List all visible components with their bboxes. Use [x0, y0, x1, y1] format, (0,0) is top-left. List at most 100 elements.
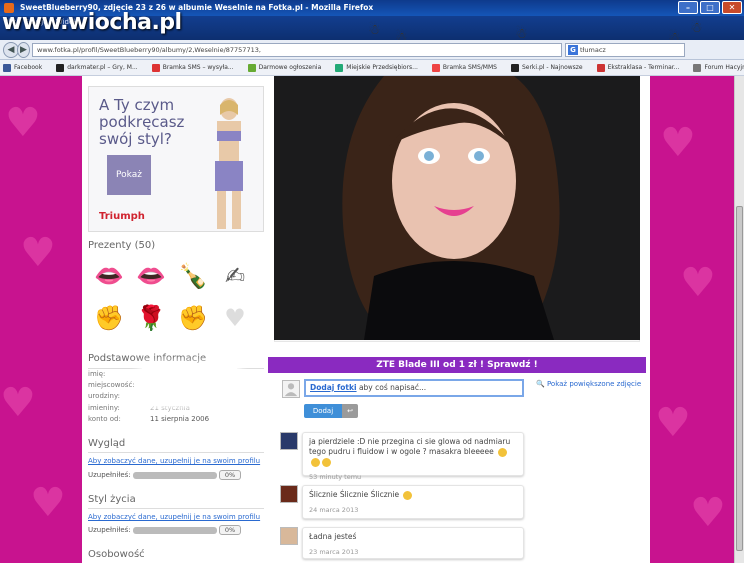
snowman-icon: ☃ — [690, 20, 703, 36]
appearance-progress: Uzupełniłeś: 0% — [88, 470, 264, 480]
maximize-button[interactable]: □ — [700, 1, 720, 14]
heart-decoration: ♥ — [0, 380, 36, 426]
watermark-logo: www.wiocha.pl — [2, 10, 182, 35]
divider — [88, 508, 264, 509]
redacted-block — [142, 366, 237, 406]
vertical-scrollbar[interactable] — [734, 76, 744, 563]
bookmark-label: Miejskie Przedsiębiors... — [346, 64, 418, 71]
scrollbar-thumb[interactable] — [736, 206, 743, 551]
reply-arrow-icon[interactable]: ↩ — [342, 404, 358, 418]
heart-decoration: ♥ — [680, 260, 716, 306]
snowman-icon: ☃ — [368, 22, 381, 38]
heart-decoration: ♥ — [660, 120, 696, 166]
roses-icon[interactable]: 🌹 — [130, 300, 172, 336]
comment-time: 53 minuty temu — [309, 473, 362, 481]
fist-icon[interactable]: ✊ — [172, 300, 214, 336]
avatar — [282, 380, 300, 398]
sketch-icon[interactable]: ✍ — [214, 258, 256, 294]
bookmark-label: Serki.pl - Najnowsze — [521, 64, 583, 71]
bookmark-item[interactable]: darkmater.pl – Gry, M... — [56, 63, 138, 72]
comment-input[interactable]: Dodaj fotki aby coś napisać... — [304, 379, 524, 397]
lips-icon[interactable]: 👄 — [88, 258, 130, 294]
avatar[interactable] — [280, 485, 298, 503]
bookmark-item[interactable]: Bramka SMS/MMS — [431, 63, 497, 72]
gifts-grid: 👄 👄 🍾 ✍ ✊ 🌹 ✊ ♥ — [88, 258, 256, 336]
hearts-icon[interactable]: ♥ — [214, 300, 256, 336]
emoji-icon — [311, 457, 320, 467]
comment-text: Ładna jesteś — [309, 532, 357, 541]
progress-percent: 0% — [219, 470, 241, 480]
comment-item: Ślicznie Ślicznie Ślicznie 24 marca 2013 — [302, 485, 524, 519]
appearance-title: Wygląd — [88, 438, 126, 449]
bookmark-icon — [247, 63, 256, 72]
bookmark-label: Bramka SMS – wysyła... — [162, 64, 234, 71]
bookmark-label: darkmater.pl – Gry, M... — [67, 64, 138, 71]
profile-photo[interactable] — [274, 76, 640, 340]
add-button-label[interactable]: Dodaj — [304, 404, 342, 418]
bookmark-icon — [335, 63, 344, 72]
left-sidebar: A Ty czym podkręcasz swój styl? Pokaż Tr… — [82, 76, 268, 563]
avatar[interactable] — [280, 527, 298, 545]
bookmark-item[interactable]: Facebook — [3, 63, 43, 72]
ad-model-image — [215, 98, 243, 229]
navigation-bar: ◀ ▶ www.fotka.pl/profil/SweetBlueberry90… — [0, 40, 744, 60]
lips-icon[interactable]: 👄 — [130, 258, 172, 294]
bookmark-label: Ekstraklasa - Terminar... — [607, 64, 680, 71]
bookmark-item[interactable]: Ekstraklasa - Terminar... — [596, 63, 680, 72]
minimize-button[interactable]: – — [678, 1, 698, 14]
bookmark-icon — [3, 63, 11, 72]
avatar[interactable] — [280, 432, 298, 450]
bookmark-label: Darmowe ogłoszenia — [258, 64, 322, 71]
bookmark-icon — [510, 63, 519, 72]
bookmark-item[interactable]: Bramka SMS – wysyła... — [151, 63, 234, 72]
bookmarks-bar: Facebook darkmater.pl – Gry, M... Bramka S… — [0, 60, 744, 76]
bookmark-item[interactable]: Serki.pl - Najnowsze — [510, 63, 583, 72]
advertisement-banner[interactable]: A Ty czym podkręcasz swój styl? Pokaż Tr… — [88, 86, 264, 232]
appearance-fill-link[interactable]: Aby zobaczyć dane, uzupełnij je na swoim… — [88, 457, 260, 465]
divider — [88, 452, 264, 453]
lifestyle-fill-link[interactable]: Aby zobaczyć dane, uzupełnij je na swoim… — [88, 513, 260, 521]
progress-percent: 0% — [219, 525, 241, 535]
bookmark-label: Forum Hacyjny.com - ... — [704, 64, 744, 71]
comment-time: 23 marca 2013 — [309, 548, 359, 556]
progress-bar — [133, 527, 217, 534]
comment-item: Ładna jesteś 23 marca 2013 — [302, 527, 524, 559]
google-icon: G — [568, 45, 578, 55]
lifestyle-title: Styl życia — [88, 494, 136, 505]
bookmark-label: Facebook — [14, 64, 43, 71]
heart-decoration: ♥ — [5, 100, 41, 146]
search-input[interactable]: G tłumacz — [565, 43, 685, 57]
basic-info-title: Podstawowe informacje — [88, 353, 207, 364]
window-controls: – □ ✕ — [678, 1, 742, 14]
add-photos-link[interactable]: Dodaj fotki — [310, 383, 357, 392]
add-comment-button[interactable]: Dodaj ↩ — [304, 404, 358, 418]
search-input-text: tłumacz — [580, 46, 606, 54]
lifestyle-progress: Uzupełniłeś: 0% — [88, 525, 264, 535]
bookmark-item[interactable]: Darmowe ogłoszenia — [247, 63, 322, 72]
forward-button[interactable]: ▶ — [17, 42, 30, 58]
bookmark-item[interactable]: Forum Hacyjny.com - ... — [693, 63, 744, 72]
comment-text: Ślicznie Ślicznie Ślicznie — [309, 490, 400, 499]
url-bar[interactable]: www.fotka.pl/profil/SweetBlueberry90/alb… — [32, 43, 562, 57]
bookmark-icon — [151, 63, 160, 72]
heart-decoration: ♥ — [690, 490, 726, 536]
champagne-icon[interactable]: 🍾 — [172, 258, 214, 294]
comment-text: ja pierdziele :D nie przegina ci sie glo… — [309, 437, 511, 456]
bookmark-item[interactable]: Miejskie Przedsiębiors... — [335, 63, 418, 72]
close-button[interactable]: ✕ — [722, 1, 742, 14]
ad-headline: A Ty czym podkręcasz swój styl? — [99, 96, 185, 148]
ad-show-button[interactable]: Pokaż — [107, 155, 151, 195]
heart-decoration: ♥ — [20, 230, 56, 276]
heart-decoration: ♥ — [655, 400, 691, 446]
bookmark-icon — [431, 63, 440, 72]
gifts-title: Prezenty (50) — [88, 240, 156, 251]
progress-bar — [133, 472, 217, 479]
bookmark-label: Bramka SMS/MMS — [442, 64, 497, 71]
fist-icon[interactable]: ✊ — [88, 300, 130, 336]
bookmark-icon — [693, 63, 702, 72]
emoji-icon — [322, 457, 331, 467]
main-content: ZTE Blade III od 1 zł ! Sprawdź ! Dodaj … — [268, 76, 650, 563]
bookmark-icon — [56, 63, 65, 72]
promo-strip[interactable]: ZTE Blade III od 1 zł ! Sprawdź ! — [268, 357, 646, 373]
enlarge-photo-link[interactable]: 🔍 Pokaż powiększone zdjęcie — [536, 380, 641, 388]
